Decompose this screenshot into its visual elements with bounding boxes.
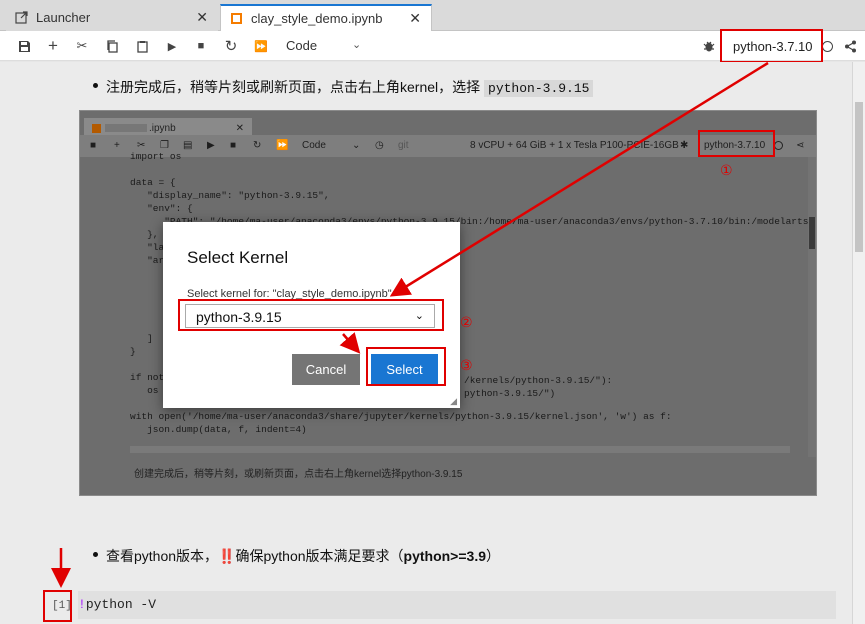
close-icon[interactable]: ✕ [196,9,208,26]
code-line: } [130,346,136,357]
paste-icon: ▤ [183,140,193,151]
stop-icon[interactable]: ■ [192,37,210,55]
cell-type-select[interactable]: Code [286,38,317,53]
cut-icon[interactable]: ✂ [73,37,91,55]
dialog-title: Select Kernel [187,248,289,267]
code-line: "ar [130,255,165,266]
clock-icon: ◷ [375,140,384,151]
code-line: with open('/home/ma-user/anaconda3/share… [130,411,672,422]
tab-label: Launcher [36,10,91,25]
save-icon[interactable] [15,37,33,55]
run-all-icon[interactable]: ⏩ [252,37,270,55]
markdown-bullet-1: 注册完成后，稍等片刻或刷新页面，点击右上角kernel，选择 python-3.… [92,77,594,97]
inline-code: python-3.9.15 [484,80,594,97]
kernel-status-icon [822,41,833,52]
tab-notebook[interactable]: clay_style_demo.ipynb ✕ [220,4,432,31]
code-fragment: /kernels/python-3.9.15/"): [464,375,613,386]
resource-info: 8 vCPU + 64 GiB + 1 x Tesla P100-PCIE-16… [470,140,679,151]
git-label: git [398,140,409,151]
stop-icon: ■ [230,140,237,151]
close-icon: ✕ [235,122,244,134]
step-number-2: ② [460,314,473,330]
tab-label: clay_style_demo.ipynb [251,11,383,26]
share-icon[interactable] [841,37,859,55]
copy-icon[interactable] [103,37,121,55]
cut-icon: ✂ [137,140,146,151]
command-text: python -V [85,597,157,612]
code-line: if not [130,372,165,383]
copy-icon: ❐ [160,140,169,151]
select-button-highlight [366,347,446,386]
debug-icon[interactable] [700,37,718,55]
share-icon: ⋖ [796,140,805,151]
redacted-name [105,124,147,132]
add-cell-icon: + [114,140,120,151]
add-cell-icon[interactable]: + [44,36,62,55]
code-input[interactable]: !python -V [78,597,156,612]
bullet-text: 查看python版本， [106,548,219,564]
bullet-text: 确保python版本满足要求（ [235,548,404,564]
markdown-bullet-2: 查看python版本，‼️确保python版本满足要求（python>=3.9） [93,546,500,566]
inner-scrollbar-thumb [809,217,815,249]
run-icon: ▶ [207,140,215,151]
notebook-icon [229,12,243,26]
kernel-highlight-box [720,29,823,63]
run-all-icon: ⏩ [276,140,289,151]
code-line: }, [130,229,159,240]
chevron-down-icon: ⌄ [352,140,361,151]
prompt-highlight-box [43,590,72,622]
run-icon[interactable]: ▶ [163,37,181,55]
code-line: data = { [130,177,176,188]
step-number-1: ① [720,162,733,178]
scrollbar[interactable] [852,62,865,624]
inner-scrollbar [808,157,816,457]
code-cell[interactable] [78,591,836,619]
select-highlight-box [178,299,444,331]
resize-handle-icon[interactable]: ◢ [450,396,457,407]
code-fragment: python-3.9.15/") [464,388,556,399]
paste-icon[interactable] [133,37,151,55]
inner-cell-type: Code [302,140,326,151]
shell-bang: ! [78,597,86,612]
kernel-status-icon [774,141,783,150]
restart-icon: ↻ [253,140,262,151]
code-line: ] [130,333,153,344]
step-number-3: ③ [460,357,473,373]
code-line: json.dump(data, f, indent=4) [130,424,307,435]
code-line: "env": { [130,203,193,214]
warning-icon: ‼️ [218,548,236,564]
cancel-button[interactable]: Cancel [292,354,360,385]
code-line: "la [130,242,165,253]
external-link-icon [14,11,28,25]
inner-caption: 创建完成后，稍等片刻，或刷新页面，点击右上角kernel选择python-3.9… [134,469,463,480]
bullet-bold: python>=3.9 [403,548,486,564]
bullet-text: 注册完成后，稍等片刻或刷新页面，点击右上角kernel，选择 [106,79,481,95]
inner-hscrollbar [130,446,790,453]
code-line: os [130,385,159,396]
restart-icon[interactable]: ↻ [222,37,240,55]
code-line: import os [130,151,182,162]
debug-icon: ✱ [680,140,689,151]
save-icon: ■ [90,140,97,151]
bullet-text: ） [486,548,500,564]
code-line: "display_name": "python-3.9.15", [130,190,330,201]
tab-bar: Launcher ✕ clay_style_demo.ipynb ✕ [0,0,865,31]
inner-tab-label: .ipynb [149,122,176,134]
close-icon[interactable]: ✕ [409,10,421,27]
notebook-icon [92,123,101,133]
inner-kernel-highlight [698,130,775,157]
tab-launcher[interactable]: Launcher ✕ [6,4,218,31]
scrollbar-thumb[interactable] [855,102,863,252]
chevron-down-icon: ⌄ [352,39,362,51]
